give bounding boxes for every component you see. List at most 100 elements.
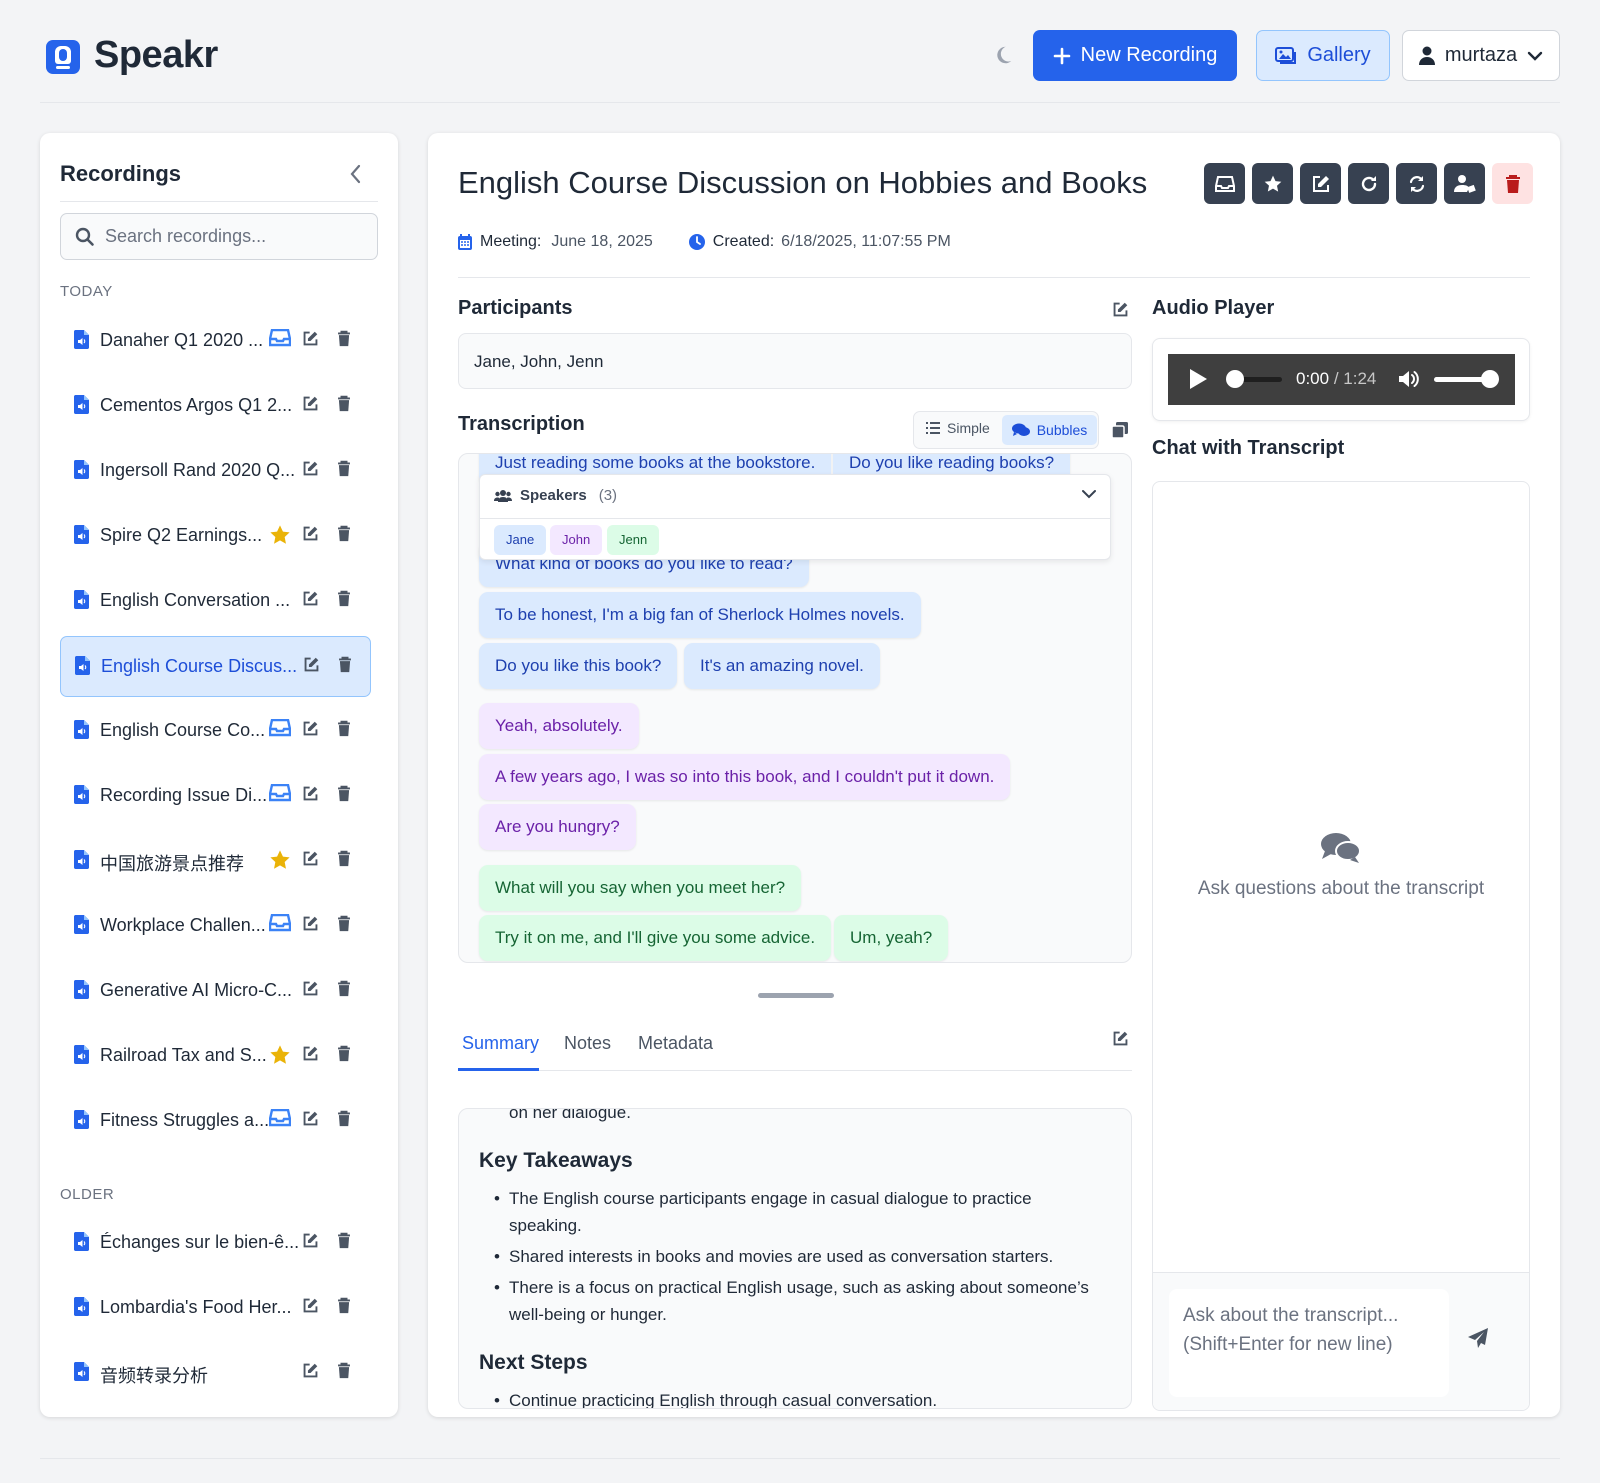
star-button[interactable] <box>1252 163 1293 204</box>
trash-icon <box>338 1045 350 1062</box>
participants-field[interactable]: Jane, John, Jenn <box>458 333 1132 389</box>
tab-notes[interactable]: Notes <box>564 1033 611 1054</box>
delete-recording-button[interactable] <box>337 590 351 607</box>
recording-list-item[interactable]: 中国旅游景点推荐 <box>60 831 371 892</box>
delete-recording-button[interactable] <box>337 720 351 737</box>
paper-plane-icon <box>1468 1328 1488 1348</box>
edit-recording-button[interactable] <box>302 1045 319 1062</box>
recording-list-item[interactable]: English Course Discus... <box>60 636 371 697</box>
speaker-id-button[interactable] <box>1444 163 1485 204</box>
edit-recording-button[interactable] <box>302 1297 319 1314</box>
progress-thumb[interactable] <box>1226 370 1244 388</box>
recording-list-item[interactable]: Échanges sur le bien-ê... <box>60 1213 371 1274</box>
summary-panel[interactable]: on her dialogue. Key Takeaways The Engli… <box>458 1108 1132 1409</box>
edit-recording-button[interactable] <box>302 785 319 802</box>
delete-recording-button[interactable] <box>337 785 351 802</box>
recording-list-item[interactable]: Fitness Struggles a... <box>60 1091 371 1152</box>
tab-metadata[interactable]: Metadata <box>638 1033 713 1054</box>
delete-recording-button[interactable] <box>337 915 351 932</box>
speakers-toggle[interactable]: Speakers (3) <box>494 487 617 504</box>
delete-recording-button[interactable] <box>337 1297 351 1314</box>
recording-list-item[interactable]: Spire Q2 Earnings... <box>60 506 371 567</box>
user-menu-button[interactable]: murtaza <box>1402 30 1560 81</box>
chat-input[interactable] <box>1169 1289 1449 1397</box>
edit-recording-button[interactable] <box>302 460 319 477</box>
recording-name: English Conversation ... <box>100 590 291 610</box>
edit-button[interactable] <box>1300 163 1341 204</box>
speakers-collapse-button[interactable] <box>1082 489 1096 499</box>
delete-recording-button[interactable] <box>337 525 351 542</box>
edit-recording-button[interactable] <box>302 590 319 607</box>
mute-button[interactable] <box>1398 369 1420 389</box>
edit-recording-button[interactable] <box>302 1232 319 1249</box>
recording-list-item[interactable]: English Course Co... <box>60 701 371 762</box>
audio-file-icon <box>74 785 89 804</box>
bubbles-view-button[interactable]: Bubbles <box>1002 415 1097 445</box>
audio-file-icon <box>75 656 90 675</box>
inbox-icon <box>269 719 291 737</box>
delete-recording-button[interactable] <box>337 1362 351 1379</box>
redo-button[interactable] <box>1348 163 1389 204</box>
delete-recording-button[interactable] <box>337 330 351 347</box>
simple-view-button[interactable]: Simple <box>926 420 990 436</box>
inbox-button[interactable] <box>1204 163 1245 204</box>
edit-recording-button[interactable] <box>303 656 320 673</box>
recording-list-item[interactable]: Recording Issue Di... <box>60 766 371 827</box>
send-button[interactable] <box>1467 1327 1489 1349</box>
tab-summary[interactable]: Summary <box>462 1033 539 1054</box>
app-header: Speakr New Recording Gallery murtaza <box>40 0 1560 103</box>
search-input[interactable] <box>105 226 365 247</box>
recording-list-item[interactable]: Generative AI Micro-C... <box>60 961 371 1022</box>
transcript-panel[interactable]: Just reading some books at the bookstore… <box>458 453 1132 963</box>
volume-thumb[interactable] <box>1481 370 1499 388</box>
edit-recording-button[interactable] <box>302 850 319 867</box>
collapse-sidebar-button[interactable] <box>348 163 368 187</box>
recording-list-item[interactable]: Workplace Challen... <box>60 896 371 957</box>
recording-list-item[interactable]: Lombardia's Food Her... <box>60 1278 371 1339</box>
recording-list-item[interactable]: Ingersoll Rand 2020 Q... <box>60 441 371 502</box>
play-button[interactable] <box>1188 368 1208 390</box>
recording-list-item[interactable]: English Conversation ... <box>60 571 371 632</box>
delete-recording-button[interactable] <box>338 656 352 673</box>
delete-recording-button[interactable] <box>337 460 351 477</box>
edit-summary-button[interactable] <box>1112 1030 1129 1047</box>
transcript-resize-handle[interactable] <box>758 993 834 998</box>
speaker-chip[interactable]: Jane <box>494 525 547 555</box>
recording-list-item[interactable]: Danaher Q1 2020 ... <box>60 311 371 372</box>
delete-recording-button[interactable] <box>337 980 351 997</box>
sidebar-title: Recordings <box>60 161 182 186</box>
delete-recording-button[interactable] <box>337 1045 351 1062</box>
new-recording-button[interactable]: New Recording <box>1033 30 1237 81</box>
inbox-icon <box>269 1109 291 1127</box>
trash-icon <box>338 590 350 607</box>
delete-recording-button[interactable] <box>337 395 351 412</box>
copy-transcript-button[interactable] <box>1112 422 1128 438</box>
recording-list-item[interactable]: Railroad Tax and S... <box>60 1026 371 1087</box>
user-tag-icon <box>1453 174 1476 193</box>
created-label: Created: <box>712 233 775 250</box>
edit-recording-button[interactable] <box>302 915 319 932</box>
delete-recording-button[interactable] <box>1492 163 1533 204</box>
edit-participants-button[interactable] <box>1112 301 1129 318</box>
comments-icon <box>1011 423 1030 436</box>
edit-recording-button[interactable] <box>302 720 319 737</box>
delete-recording-button[interactable] <box>337 1110 351 1127</box>
reprocess-button[interactable] <box>1396 163 1437 204</box>
delete-recording-button[interactable] <box>337 1232 351 1249</box>
edit-recording-button[interactable] <box>302 395 319 412</box>
speaker-chip[interactable]: John <box>550 525 603 555</box>
edit-recording-button[interactable] <box>302 980 319 997</box>
edit-recording-button[interactable] <box>302 525 319 542</box>
recording-list-item[interactable]: Cementos Argos Q1 2... <box>60 376 371 437</box>
edit-recording-button[interactable] <box>302 1110 319 1127</box>
edit-recording-button[interactable] <box>302 1362 319 1379</box>
recording-name: Ingersoll Rand 2020 Q... <box>100 460 296 480</box>
delete-recording-button[interactable] <box>337 850 351 867</box>
recording-list-item[interactable]: 音频转录分析 <box>60 1343 371 1404</box>
speaker-chip[interactable]: Jenn <box>607 525 660 555</box>
duration: / 1:24 <box>1333 369 1377 388</box>
gallery-button[interactable]: Gallery <box>1256 30 1390 81</box>
edit-recording-button[interactable] <box>302 330 319 347</box>
audio-file-icon <box>74 330 89 349</box>
dark-mode-toggle[interactable] <box>992 44 1022 74</box>
